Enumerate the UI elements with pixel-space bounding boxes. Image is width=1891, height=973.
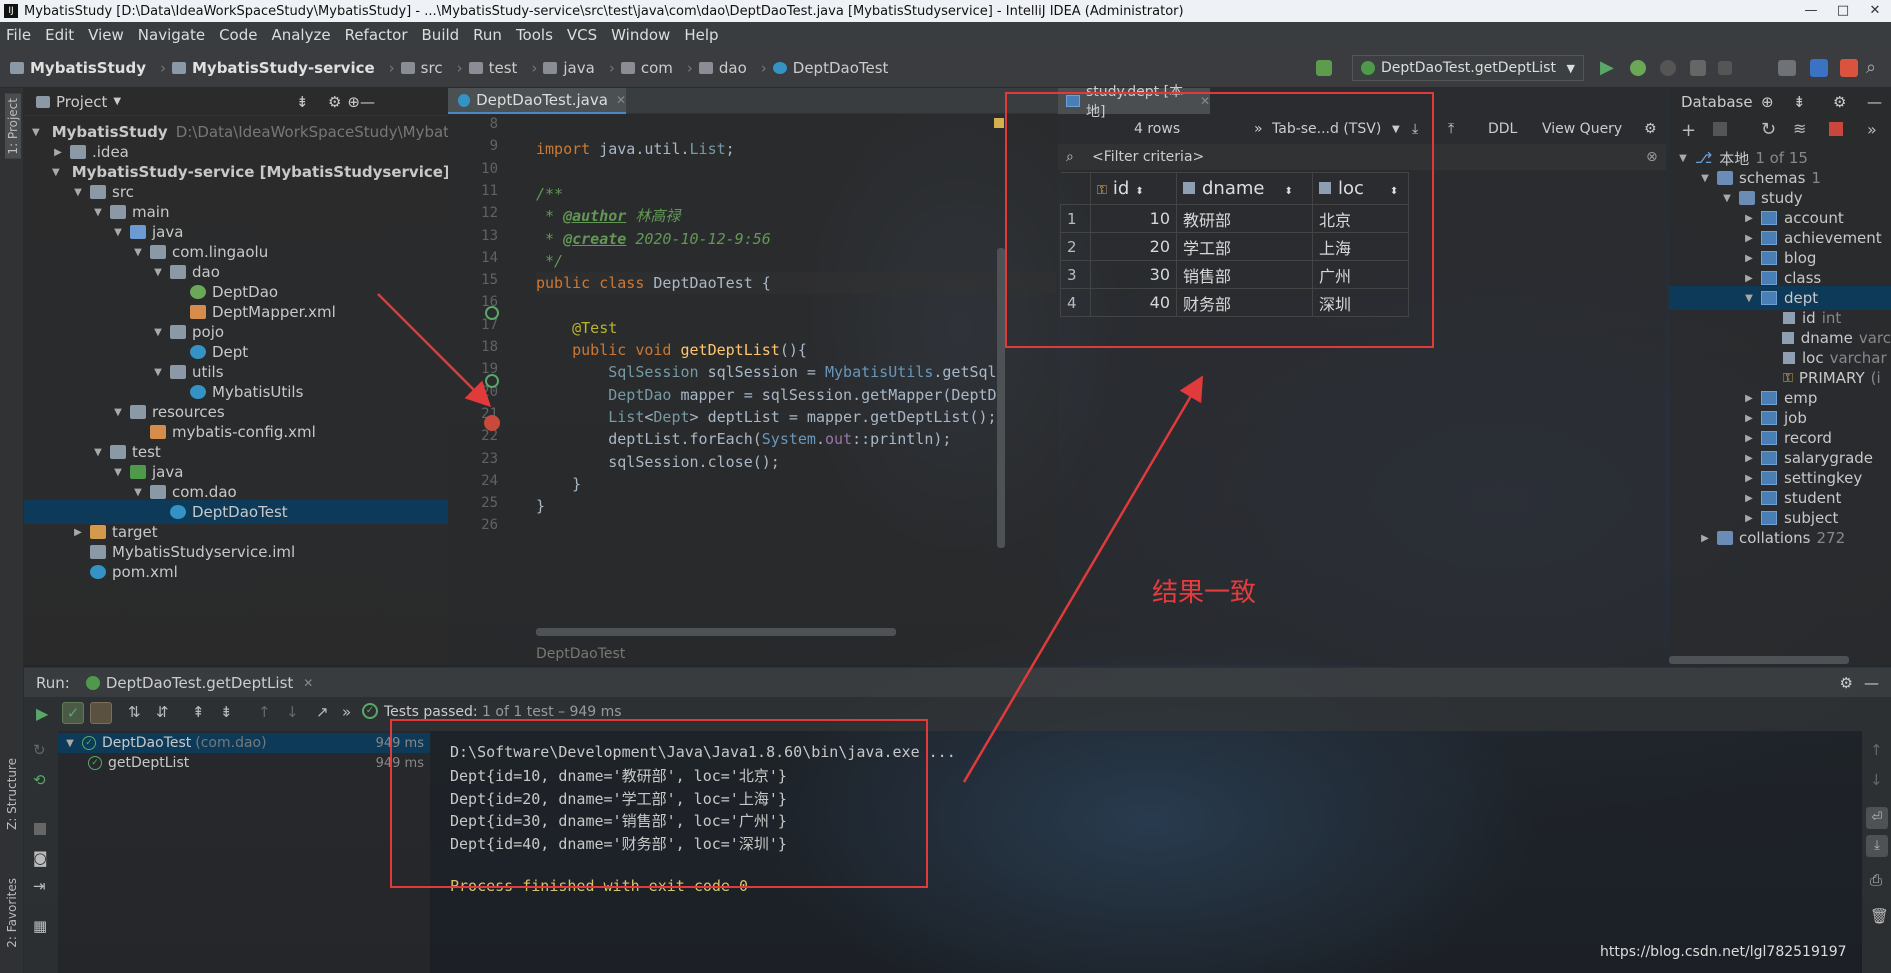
- arrow-to-test: [377, 293, 492, 408]
- watermark-url: https://blog.csdn.net/lgl782519197: [1600, 944, 1847, 960]
- annotation-arrows: [377, 293, 1204, 783]
- annotation-text: 结果一致: [1152, 578, 1257, 608]
